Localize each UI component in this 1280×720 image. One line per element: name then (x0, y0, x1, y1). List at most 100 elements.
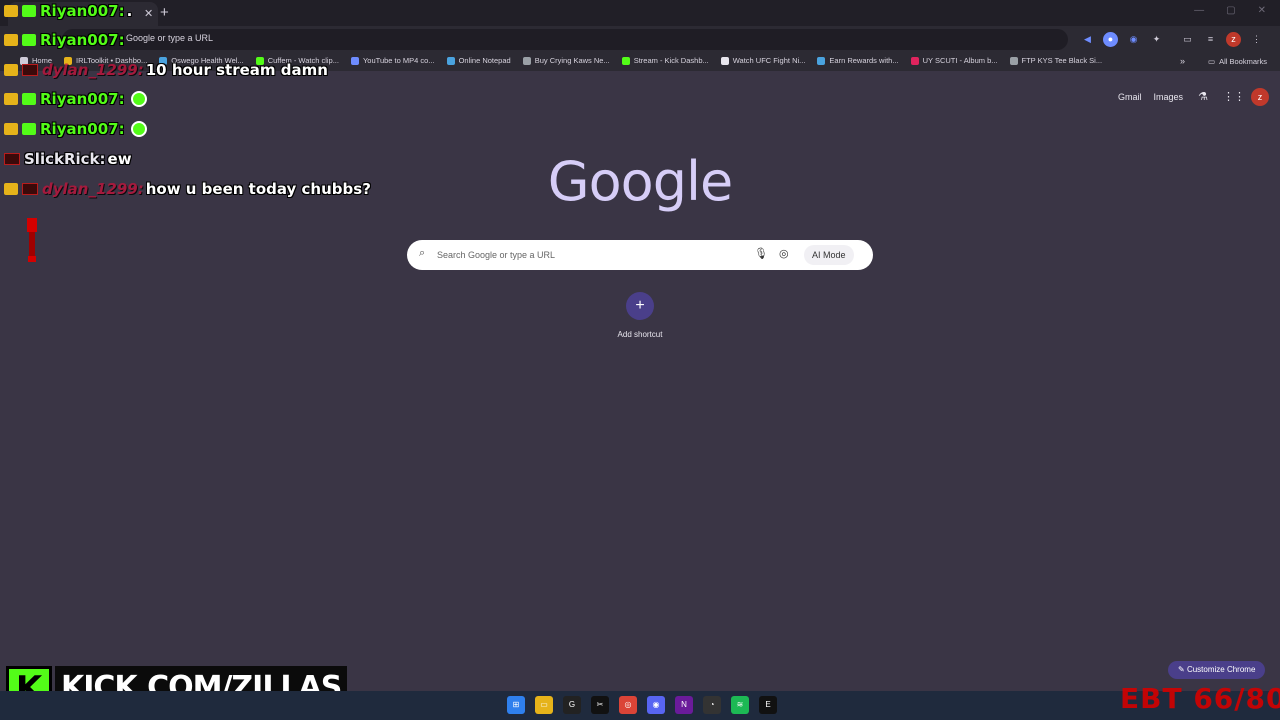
windows-start-icon[interactable]: ⊞ (507, 696, 525, 714)
bookmarks-more-icon[interactable]: » (1180, 56, 1185, 66)
chat-message: Riyan007: (4, 90, 147, 108)
bookmark-favicon-icon (720, 56, 729, 65)
media-icon[interactable]: ≡ (1203, 32, 1218, 47)
red-mascot-icon (27, 218, 37, 262)
chat-message: dylan_1299: 10 hour stream damn (4, 61, 328, 79)
red-badge-icon (22, 183, 38, 195)
bookmark-favicon-icon (817, 56, 826, 65)
bookmark-favicon-icon (446, 56, 455, 65)
green-badge-icon (22, 123, 36, 135)
next-app-icon[interactable]: N (675, 696, 693, 714)
camera-lens-icon[interactable]: ◎ (779, 247, 789, 260)
labs-icon[interactable]: ⚗ (1195, 89, 1211, 105)
microphone-icon[interactable]: 🎙 (754, 247, 768, 260)
file-explorer-icon[interactable]: ▭ (535, 696, 553, 714)
puzzle-icon[interactable]: ✦ (1149, 32, 1164, 47)
menu-icon[interactable]: ⋮ (1249, 32, 1264, 47)
green-badge-icon (22, 5, 36, 17)
crown-badge-icon (4, 123, 18, 135)
pencil-icon: ✎ (1178, 665, 1187, 674)
bookmark-favicon-icon (621, 56, 630, 65)
search-icon: ⌕ (419, 247, 426, 259)
plus-icon: + (626, 292, 654, 320)
sidepanel-icon[interactable]: ▭ (1180, 32, 1195, 47)
add-shortcut-label: Add shortcut (617, 330, 663, 339)
ai-mode-button[interactable]: AI Mode (804, 245, 854, 265)
bookmark-label: Earn Rewards with... (829, 56, 899, 65)
windows-taskbar: ⊞ ▭ G ✂ ◎ ◉ N ◔ ≋ E (0, 691, 1280, 720)
search-box[interactable]: ⌕ 🎙 ◎ AI Mode (407, 240, 873, 270)
gmail-link[interactable]: Gmail (1118, 92, 1142, 102)
chat-username: Riyan007: (40, 120, 125, 138)
crown-badge-icon (4, 183, 18, 195)
browser-toolbar: Google or type a URL ◀ ● ◉ ✦ ▭ ≡ z ⋮ (0, 26, 1280, 53)
search-input[interactable] (437, 246, 737, 264)
images-link[interactable]: Images (1154, 92, 1184, 102)
chat-username: dylan_1299: (42, 180, 144, 198)
discord-extension-icon[interactable]: ◉ (1126, 32, 1141, 47)
toolbar-right-icons: ▭ ≡ z ⋮ (1180, 32, 1264, 47)
red-badge-icon (4, 153, 20, 165)
g-app-icon[interactable]: G (563, 696, 581, 714)
maximize-icon[interactable]: ▢ (1226, 5, 1235, 16)
bookmark-label: Stream - Kick Dashb... (633, 56, 709, 65)
discord-icon[interactable]: ◉ (647, 696, 665, 714)
green-badge-icon (22, 93, 36, 105)
bookmark-item[interactable]: Buy Crying Kaws Ne... (522, 56, 610, 65)
minimize-icon[interactable]: — (1194, 5, 1204, 16)
all-bookmarks-label: All Bookmarks (1219, 57, 1268, 66)
chat-message: Riyan007:. (4, 2, 132, 20)
audio-icon[interactable]: ◀ (1080, 32, 1095, 47)
tab-strip: ✕ + — ▢ ✕ (0, 0, 1280, 26)
chat-username: Riyan007: (40, 31, 125, 49)
bookmark-label: Buy Crying Kaws Ne... (534, 56, 610, 65)
chat-message: dylan_1299: how u been today chubbs? (4, 180, 371, 198)
new-tab-button[interactable]: + (160, 4, 169, 21)
bookmark-item[interactable]: Watch UFC Fight Ni... (720, 56, 806, 65)
spotify-icon[interactable]: ≋ (731, 696, 749, 714)
chat-username: Riyan007: (40, 2, 125, 20)
chat-message-text: how u been today chubbs? (145, 180, 371, 198)
bookmark-label: UY SCUTI - Album b... (922, 56, 998, 65)
bookmark-item[interactable]: UY SCUTI - Album b... (910, 56, 998, 65)
address-bar[interactable]: Google or type a URL (62, 29, 1068, 50)
close-icon[interactable]: ✕ (144, 7, 153, 20)
close-window-icon[interactable]: ✕ (1258, 5, 1266, 16)
profile-avatar[interactable]: z (1226, 32, 1241, 47)
chat-message: SlickRick: ew (4, 150, 132, 168)
bookmark-item[interactable]: Earn Rewards with... (817, 56, 899, 65)
bookmark-favicon-icon (910, 56, 919, 65)
bookmark-label: Online Notepad (458, 56, 511, 65)
all-bookmarks-button[interactable]: ▭ All Bookmarks (1208, 57, 1267, 66)
epic-games-icon[interactable]: E (759, 696, 777, 714)
crown-badge-icon (4, 64, 18, 76)
folder-icon: ▭ (1208, 57, 1216, 66)
bookmark-item[interactable]: Online Notepad (446, 56, 511, 65)
taskbar-apps: ⊞ ▭ G ✂ ◎ ◉ N ◔ ≋ E (507, 696, 777, 714)
capcut-icon[interactable]: ✂ (591, 696, 609, 714)
bookmark-item[interactable]: YouTube to MP4 co... (350, 56, 435, 65)
bookmark-label: YouTube to MP4 co... (362, 56, 435, 65)
red-badge-icon (22, 64, 38, 76)
obs-icon[interactable]: ◔ (703, 696, 721, 714)
address-bar-text: Google or type a URL (126, 33, 214, 43)
chrome-icon[interactable]: ◎ (619, 696, 637, 714)
apps-grid-icon[interactable]: ⋮⋮ (1223, 89, 1245, 105)
customize-chrome-button[interactable]: ✎ Customize Chrome (1168, 661, 1266, 679)
chat-username: dylan_1299: (42, 61, 144, 79)
window-controls: — ▢ ✕ (1194, 5, 1266, 16)
bookmark-label: Watch UFC Fight Ni... (732, 56, 806, 65)
bookmark-favicon-icon (350, 56, 359, 65)
google-account-avatar[interactable]: z (1251, 88, 1270, 106)
extension-icon[interactable]: ● (1103, 32, 1118, 47)
chat-username: Riyan007: (40, 90, 125, 108)
bookmark-label: FTP KYS Tee Black Si... (1021, 56, 1103, 65)
bookmark-item[interactable]: FTP KYS Tee Black Si... (1009, 56, 1103, 65)
bookmark-item[interactable]: Stream - Kick Dashb... (621, 56, 709, 65)
crown-badge-icon (4, 5, 18, 17)
add-shortcut-button[interactable]: + Add shortcut (610, 292, 670, 339)
google-header-links: Gmail Images ⚗ ⋮⋮ z (1118, 88, 1270, 106)
bookmark-favicon-icon (1009, 56, 1018, 65)
crown-badge-icon (4, 34, 18, 46)
chat-message-text: 10 hour stream damn (145, 61, 328, 79)
